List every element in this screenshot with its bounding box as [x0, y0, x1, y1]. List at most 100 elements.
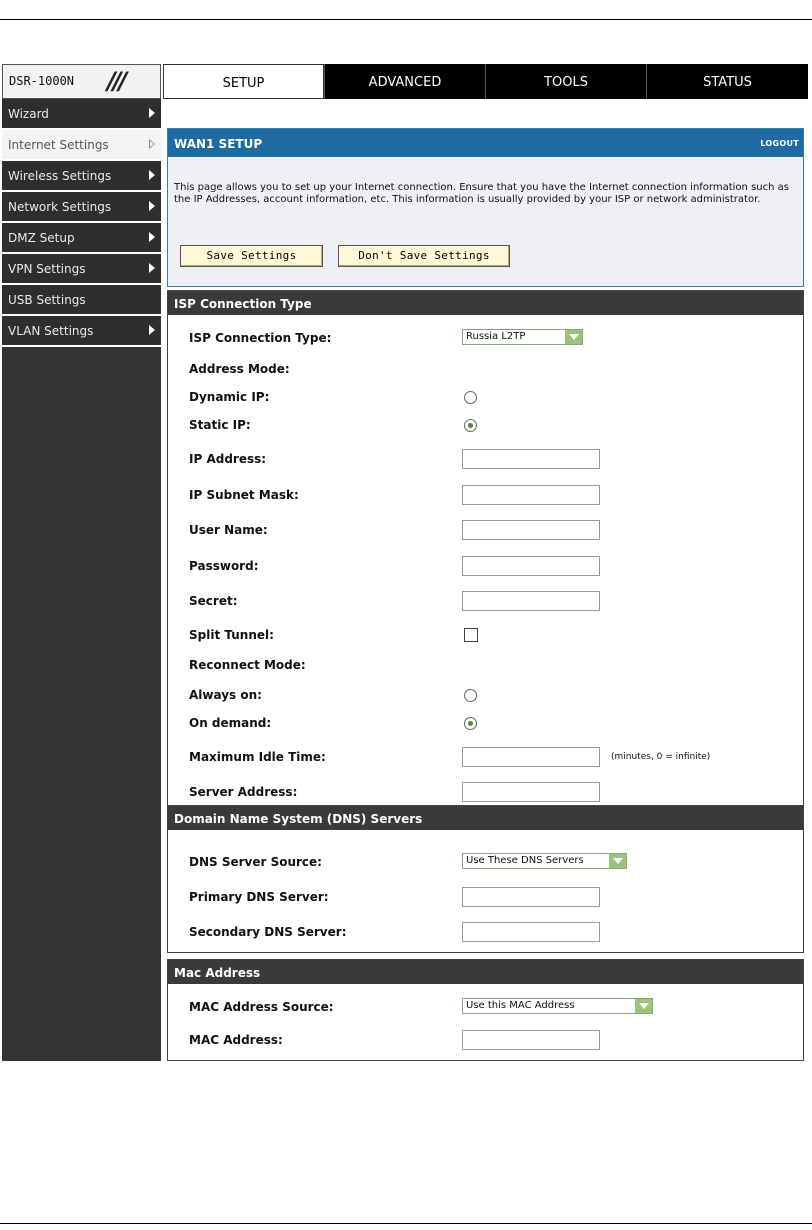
sidebar-item-label: VPN Settings [8, 262, 86, 276]
dns-source-row: DNS Server Source: Use These DNS Servers [168, 852, 803, 874]
password-row: Password: [168, 556, 803, 578]
section-header: Domain Name System (DNS) Servers [168, 806, 803, 830]
field-label: Password: [189, 559, 259, 573]
ip-address-input[interactable] [462, 449, 600, 469]
chevron-right-icon [149, 108, 155, 118]
secret-row: Secret: [168, 591, 803, 613]
tab-status[interactable]: STATUS [646, 64, 808, 99]
panel-header: WAN1 SETUP LOGOUT [168, 129, 803, 157]
field-label: Maximum Idle Time: [189, 750, 326, 764]
chevron-down-icon [635, 999, 652, 1013]
chevron-down-icon [609, 854, 626, 868]
mac-address-section: Mac Address MAC Address Source: Use this… [167, 959, 804, 1061]
tab-tools[interactable]: TOOLS [485, 64, 646, 99]
mac-source-select[interactable]: Use this MAC Address [462, 998, 653, 1014]
mac-address-input[interactable] [462, 1030, 600, 1050]
field-label: Always on: [189, 688, 262, 702]
field-label: Primary DNS Server: [189, 890, 329, 904]
top-rule [0, 19, 812, 20]
save-settings-button[interactable]: Save Settings [180, 245, 323, 267]
max-idle-row: Maximum Idle Time: (minutes, 0 = infinit… [168, 747, 803, 769]
isp-connection-type-row: ISP Connection Type: Russia L2TP [168, 328, 803, 350]
secret-input[interactable] [462, 591, 600, 611]
secondary-dns-input[interactable] [462, 922, 600, 942]
field-label: Secret: [189, 594, 238, 608]
sidebar-item-wireless-settings[interactable]: Wireless Settings [2, 161, 161, 192]
dynamic-ip-radio[interactable] [464, 391, 477, 404]
max-idle-hint: (minutes, 0 = infinite) [611, 752, 711, 762]
sidebar-item-internet-settings[interactable]: Internet Settings [2, 130, 161, 161]
always-on-radio[interactable] [464, 689, 477, 702]
brand-logo: DSR-1000N /// [2, 64, 161, 99]
tab-advanced[interactable]: ADVANCED [324, 64, 485, 99]
field-label: Address Mode: [189, 362, 290, 376]
sidebar-item-dmz-setup[interactable]: DMZ Setup [2, 223, 161, 254]
dynamic-ip-row: Dynamic IP: [168, 387, 803, 409]
address-mode-row: Address Mode: [168, 359, 803, 381]
split-tunnel-row: Split Tunnel: [168, 625, 803, 647]
wan-setup-panel: WAN1 SETUP LOGOUT This page allows you t… [167, 128, 804, 287]
sidebar-item-network-settings[interactable]: Network Settings [2, 192, 161, 223]
sidebar-item-usb-settings[interactable]: USB Settings [2, 285, 161, 316]
static-ip-row: Static IP: [168, 415, 803, 437]
field-label: Static IP: [189, 418, 251, 432]
chevron-right-icon [149, 201, 155, 211]
split-tunnel-checkbox[interactable] [464, 628, 478, 642]
select-value: Use this MAC Address [466, 1000, 575, 1011]
field-label: Dynamic IP: [189, 390, 270, 404]
logout-link[interactable]: LOGOUT [760, 139, 799, 148]
field-label: User Name: [189, 523, 268, 537]
password-input[interactable] [462, 556, 600, 576]
secondary-dns-row: Secondary DNS Server: [168, 922, 803, 944]
static-ip-radio[interactable] [464, 419, 477, 432]
on-demand-radio[interactable] [464, 717, 477, 730]
subnet-mask-input[interactable] [462, 485, 600, 505]
dns-servers-section: Domain Name System (DNS) Servers DNS Ser… [167, 805, 804, 953]
chevron-down-icon [565, 330, 582, 344]
chevron-right-icon [149, 325, 155, 335]
sidebar-item-wizard[interactable]: Wizard [2, 99, 161, 130]
main-content: WAN1 SETUP LOGOUT This page allows you t… [163, 99, 808, 1061]
field-label: MAC Address Source: [189, 1000, 334, 1014]
sidebar-item-label: Internet Settings [8, 138, 109, 152]
on-demand-row: On demand: [168, 713, 803, 735]
dns-source-select[interactable]: Use These DNS Servers [462, 853, 627, 869]
chevron-right-icon [149, 170, 155, 180]
section-header: ISP Connection Type [168, 291, 803, 315]
sidebar-item-label: DMZ Setup [8, 231, 75, 245]
user-name-input[interactable] [462, 520, 600, 540]
chevron-right-icon [149, 263, 155, 273]
chevron-right-icon [149, 232, 155, 242]
sidebar-item-label: VLAN Settings [8, 324, 94, 338]
mac-source-row: MAC Address Source: Use this MAC Address [168, 997, 803, 1019]
always-on-row: Always on: [168, 685, 803, 707]
field-label: IP Address: [189, 452, 267, 466]
field-label: ISP Connection Type: [189, 331, 332, 345]
top-nav-tabs: SETUP ADVANCED TOOLS STATUS [163, 64, 808, 99]
field-label: Split Tunnel: [189, 628, 274, 642]
isp-connection-section: ISP Connection Type ISP Connection Type:… [167, 290, 804, 812]
select-value: Russia L2TP [466, 331, 526, 342]
sidebar-item-vpn-settings[interactable]: VPN Settings [2, 254, 161, 285]
brand-slashes: /// [107, 67, 127, 95]
primary-dns-row: Primary DNS Server: [168, 887, 803, 909]
server-address-input[interactable] [462, 782, 600, 802]
section-header: Mac Address [168, 960, 803, 984]
sidebar-item-label: Wireless Settings [8, 169, 112, 183]
field-label: IP Subnet Mask: [189, 488, 299, 502]
field-label: MAC Address: [189, 1033, 283, 1047]
isp-connection-type-select[interactable]: Russia L2TP [462, 329, 583, 345]
subnet-mask-row: IP Subnet Mask: [168, 485, 803, 507]
field-label: DNS Server Source: [189, 855, 322, 869]
sidebar: Wizard Internet Settings Wireless Settin… [2, 99, 161, 1061]
sidebar-item-vlan-settings[interactable]: VLAN Settings [2, 316, 161, 347]
tab-setup[interactable]: SETUP [163, 64, 324, 99]
section-title: Domain Name System (DNS) Servers [174, 812, 423, 826]
field-label: Server Address: [189, 785, 298, 799]
max-idle-input[interactable] [462, 747, 600, 767]
primary-dns-input[interactable] [462, 887, 600, 907]
select-value: Use These DNS Servers [466, 855, 584, 866]
sidebar-item-label: Network Settings [8, 200, 112, 214]
dont-save-settings-button[interactable]: Don't Save Settings [338, 245, 510, 267]
sidebar-item-label: Wizard [8, 107, 49, 121]
